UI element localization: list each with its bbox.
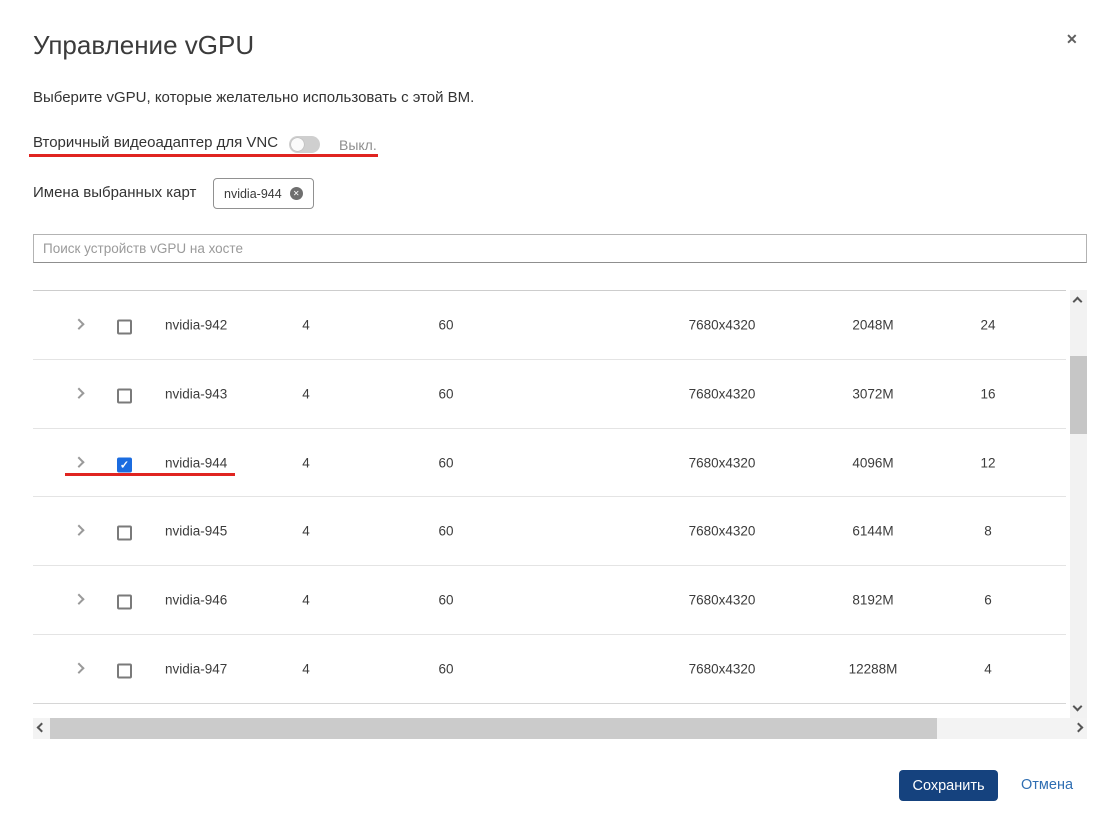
- selected-cards-label: Имена выбранных карт: [33, 184, 196, 201]
- vgpu-count: 6: [948, 593, 1028, 608]
- vgpu-name: nvidia-942: [165, 317, 227, 332]
- vgpu-value1: 4: [266, 386, 346, 401]
- vgpu-count: 24: [948, 317, 1028, 332]
- vgpu-resolution: 7680x4320: [662, 317, 782, 332]
- vgpu-count: 4: [948, 662, 1028, 677]
- vgpu-value2: 60: [406, 524, 486, 539]
- scroll-left-icon[interactable]: [37, 723, 47, 733]
- horizontal-scrollbar[interactable]: [33, 718, 1087, 739]
- chip-remove-icon[interactable]: ✕: [290, 187, 303, 200]
- vgpu-resolution: 7680x4320: [662, 524, 782, 539]
- table-row: nvidia-943 4 60 7680x4320 3072M 16: [33, 360, 1066, 429]
- table-row: nvidia-942 4 60 7680x4320 2048M 24: [33, 291, 1066, 360]
- vgpu-memory: 3072M: [823, 386, 923, 401]
- vgpu-count: 12: [948, 455, 1028, 470]
- vgpu-value2: 60: [406, 662, 486, 677]
- vgpu-value2: 60: [406, 317, 486, 332]
- table-row-selected: nvidia-944 4 60 7680x4320 4096M 12: [33, 429, 1066, 498]
- modal-subtitle: Выберите vGPU, которые желательно исполь…: [33, 89, 474, 106]
- vgpu-name: nvidia-945: [165, 524, 227, 539]
- vgpu-count: 8: [948, 524, 1028, 539]
- scroll-down-icon[interactable]: [1073, 702, 1083, 712]
- row-checkbox[interactable]: [117, 664, 132, 679]
- vnc-adapter-label: Вторичный видеоадаптер для VNC: [33, 134, 278, 151]
- vgpu-memory: 8192M: [823, 593, 923, 608]
- expand-chevron-icon[interactable]: [73, 318, 84, 329]
- chip-label: nvidia-944: [224, 187, 282, 201]
- vgpu-resolution: 7680x4320: [662, 662, 782, 677]
- annotation-underline-toggle: [29, 154, 378, 157]
- annotation-underline-selected-row: [65, 473, 235, 476]
- vgpu-resolution: 7680x4320: [662, 386, 782, 401]
- expand-chevron-icon[interactable]: [73, 663, 84, 674]
- vgpu-resolution: 7680x4320: [662, 593, 782, 608]
- row-checkbox[interactable]: [117, 457, 132, 472]
- vnc-adapter-state: Выкл.: [339, 137, 377, 153]
- expand-chevron-icon[interactable]: [73, 456, 84, 467]
- vgpu-value2: 60: [406, 593, 486, 608]
- vgpu-value1: 4: [266, 317, 346, 332]
- scroll-right-icon[interactable]: [1074, 723, 1084, 733]
- close-icon[interactable]: ✕: [1066, 31, 1078, 48]
- expand-chevron-icon[interactable]: [73, 525, 84, 536]
- save-button[interactable]: Сохранить: [899, 770, 998, 801]
- vgpu-value1: 4: [266, 662, 346, 677]
- vgpu-table: nvidia-942 4 60 7680x4320 2048M 24 nvidi…: [33, 290, 1066, 703]
- vgpu-value2: 60: [406, 386, 486, 401]
- vgpu-name: nvidia-946: [165, 593, 227, 608]
- vgpu-value1: 4: [266, 455, 346, 470]
- table-row: nvidia-946 4 60 7680x4320 8192M 6: [33, 566, 1066, 635]
- expand-chevron-icon[interactable]: [73, 387, 84, 398]
- horizontal-scrollbar-thumb[interactable]: [50, 718, 937, 739]
- vgpu-memory: 4096M: [823, 455, 923, 470]
- scroll-up-icon[interactable]: [1073, 297, 1083, 307]
- search-input[interactable]: [33, 234, 1087, 263]
- selected-card-chip: nvidia-944 ✕: [213, 178, 314, 209]
- vgpu-resolution: 7680x4320: [662, 455, 782, 470]
- vnc-adapter-toggle[interactable]: [289, 136, 320, 153]
- vertical-scrollbar[interactable]: [1070, 290, 1087, 718]
- table-row: nvidia-945 4 60 7680x4320 6144M 8: [33, 497, 1066, 566]
- vgpu-count: 16: [948, 386, 1028, 401]
- row-checkbox[interactable]: [117, 526, 132, 541]
- row-checkbox[interactable]: [117, 319, 132, 334]
- page-title: Управление vGPU: [33, 30, 254, 61]
- vgpu-name: nvidia-947: [165, 662, 227, 677]
- vgpu-memory: 2048M: [823, 317, 923, 332]
- vertical-scrollbar-thumb[interactable]: [1070, 356, 1087, 434]
- cancel-link[interactable]: Отмена: [1021, 777, 1073, 793]
- vgpu-memory: 12288M: [823, 662, 923, 677]
- table-row: nvidia-947 4 60 7680x4320 12288M 4: [33, 635, 1066, 704]
- vgpu-value1: 4: [266, 524, 346, 539]
- vgpu-value2: 60: [406, 455, 486, 470]
- vgpu-memory: 6144M: [823, 524, 923, 539]
- vgpu-name: nvidia-944: [165, 455, 227, 470]
- vgpu-name: nvidia-943: [165, 386, 227, 401]
- toggle-knob: [291, 138, 304, 151]
- row-checkbox[interactable]: [117, 388, 132, 403]
- expand-chevron-icon[interactable]: [73, 594, 84, 605]
- vgpu-value1: 4: [266, 593, 346, 608]
- row-checkbox[interactable]: [117, 595, 132, 610]
